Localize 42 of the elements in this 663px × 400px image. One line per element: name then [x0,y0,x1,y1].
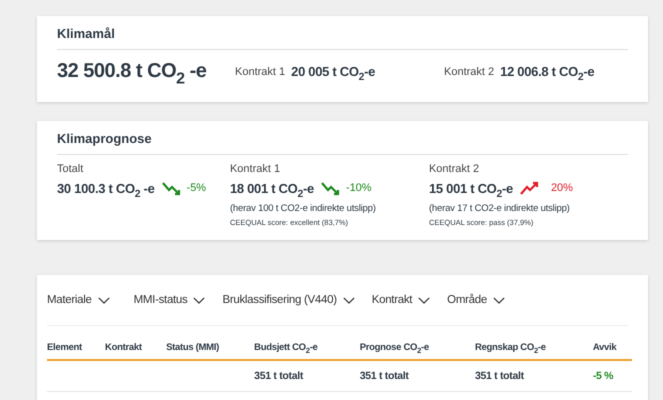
total-value: 32 500.8 t CO$_{2}$ -e [57,60,208,83]
column-header: Avvik [592,326,632,360]
contract-label: Kontrakt 2 [444,66,494,78]
forecast-value: 18 001 t CO$_{2}$-e [230,180,314,196]
filter-dropdown[interactable]: Kontrakt [372,294,430,306]
change-value: -5% [186,182,206,194]
forecast-value: 30 100.3 t CO$_{2}$ -e [57,180,155,196]
chevron-down-icon [342,296,355,304]
change-value: -10% [346,182,372,194]
forecast-label: Kontrakt 1 [230,163,282,175]
forecast-label: Kontrakt 2 [428,163,480,175]
chevron-down-icon [492,296,505,304]
trend-down-icon [320,180,340,196]
total-cell: -5 % [592,360,632,392]
total-cell: 351 t totalt [254,360,360,392]
chevron-down-icon [418,296,430,304]
filter-dropdown[interactable]: Materiale [47,294,110,306]
column-header: Status (MMI) [166,326,254,360]
contract-value: 12 006.8 t CO$_{2}$-e [500,64,594,79]
filter-dropdown[interactable]: Område [447,294,505,306]
column-header: Kontrakt [105,326,166,360]
change-value: 20% [550,182,573,194]
trend-up-icon [518,180,539,196]
chevron-down-icon [193,296,206,304]
column-header: Regnskap CO$_{2}$-e [474,326,593,360]
forecast-label: Totalt [57,163,84,175]
card-title: Klimamål [57,16,628,50]
contract-value: 20 005 t CO$_{2}$-e [291,64,376,79]
filter-dropdown[interactable]: MMI-status [134,294,206,306]
filter-dropdown[interactable]: Bruklassifisering (V440) [222,294,355,306]
forecast-value: 15 001 t CO$_{2}$-e [428,180,513,196]
trend-down-icon [160,180,181,196]
contract-label: Kontrakt 1 [235,66,286,78]
chevron-down-icon [98,296,110,304]
column-header: Prognose CO$_{2}$-e [360,326,475,360]
total-cell: 351 t totalt [360,360,475,392]
forecast-note: (herav 100 t CO2-e indirekte utslipp) [230,203,377,214]
card-title: Klimaprognose [57,121,628,155]
column-header: Element [47,326,106,360]
total-cell: 351 t totalt [474,360,593,392]
forecast-note: (herav 17 t CO2-e indirekte utslipp) [428,203,571,214]
column-header: Budsjett CO$_{2}$-e [254,326,360,360]
